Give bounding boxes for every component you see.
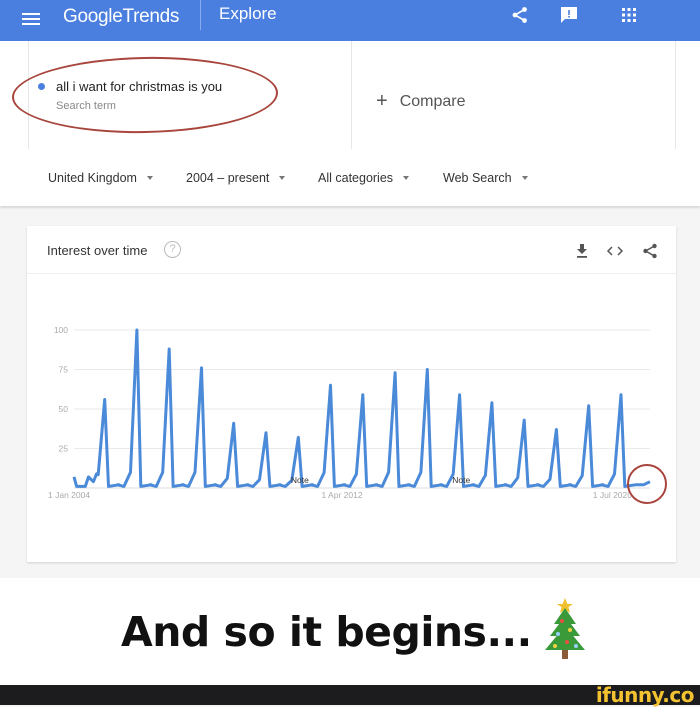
- x-tick-label: 1 Jul 2020: [593, 490, 632, 500]
- ifunny-watermark[interactable]: ifunny.co: [596, 683, 695, 707]
- chart-note[interactable]: Note: [452, 475, 470, 485]
- x-tick-label: 1 Jan 2004: [48, 490, 90, 500]
- caption-text: And so it begins...: [121, 608, 532, 656]
- christmas-tree-icon: [545, 598, 585, 659]
- interest-over-time-chart: 25 50 75 100 1 Jan 2004 1 Apr 2012 1 Jul 2020…: [48, 325, 667, 504]
- watermark-bar: ifunny.co: [0, 683, 700, 707]
- y-tick-label: 100: [54, 325, 68, 335]
- meme-caption: And so it begins...: [0, 578, 700, 685]
- series-line[interactable]: [72, 328, 651, 488]
- y-tick-label: 75: [59, 365, 69, 375]
- y-tick-label: 50: [59, 404, 69, 414]
- chart-note[interactable]: Note: [291, 475, 309, 485]
- x-tick-label: 1 Apr 2012: [321, 490, 362, 500]
- y-tick-label: 25: [59, 444, 69, 454]
